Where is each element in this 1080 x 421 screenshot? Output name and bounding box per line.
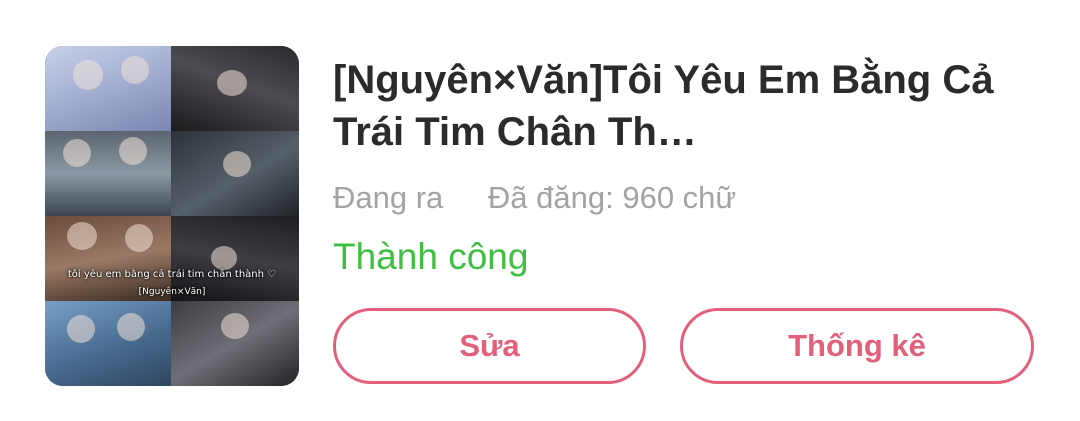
word-count: Đã đăng: 960 chữ <box>487 180 737 215</box>
cover-photo-3 <box>45 131 171 216</box>
cover-photo-4 <box>171 131 299 216</box>
cover-photo-2 <box>171 46 299 131</box>
submission-status: Thành công <box>333 236 529 277</box>
edit-button[interactable]: Sửa <box>333 308 646 384</box>
cover-caption-text: tôi yêu em bằng cả trái tim chân thành ♡ <box>67 269 277 280</box>
story-card[interactable]: tôi yêu em bằng cả trái tim chân thành ♡… <box>0 0 1080 421</box>
cover-caption: tôi yêu em bằng cả trái tim chân thành ♡… <box>45 268 299 299</box>
publication-status: Đang ra <box>333 180 444 215</box>
cover-sub-caption: [Nguyên×Văn] <box>138 287 206 297</box>
cover-photo-1 <box>45 46 171 131</box>
cover-collage <box>45 46 299 386</box>
cover-photo-8 <box>171 301 299 386</box>
cover-photo-7 <box>45 301 171 386</box>
story-meta: Đang ra Đã đăng: 960 chữ <box>333 180 736 216</box>
statistics-button[interactable]: Thống kê <box>680 308 1034 384</box>
story-title[interactable]: [Nguyên×Văn]Tôi Yêu Em Bằng Cả Trái Tim … <box>333 54 1033 158</box>
story-cover-image[interactable]: tôi yêu em bằng cả trái tim chân thành ♡… <box>45 46 299 386</box>
